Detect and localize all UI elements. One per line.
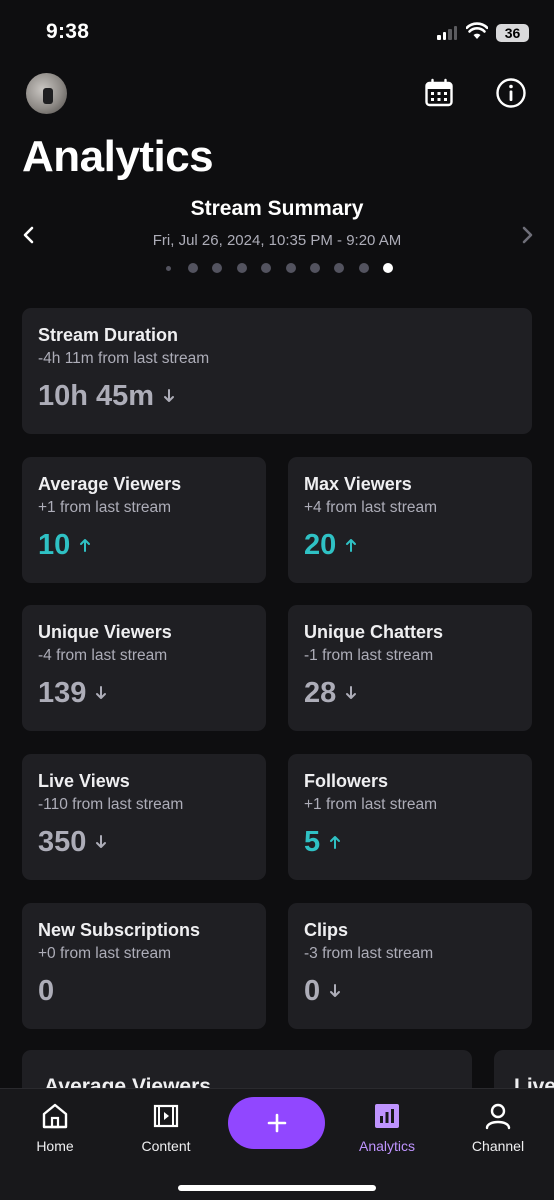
video-content-icon — [153, 1104, 179, 1128]
chevron-right-icon[interactable] — [516, 222, 538, 248]
page-dot[interactable] — [212, 263, 223, 273]
page-indicator[interactable] — [164, 263, 408, 273]
arrow-up-icon — [80, 539, 91, 552]
card-change: -110 from last stream — [38, 796, 184, 813]
wifi-icon — [466, 22, 488, 39]
arrow-down-icon — [96, 686, 107, 699]
nav-home[interactable]: Home — [10, 1101, 100, 1154]
followers-card: Followers +1 from last stream 5 — [288, 754, 532, 880]
card-value: 0 — [38, 974, 55, 1007]
analytics-icon — [375, 1104, 399, 1128]
arrow-down-icon — [330, 984, 341, 997]
page-dot[interactable] — [166, 265, 171, 271]
card-change: -4h 11m from last stream — [38, 350, 210, 367]
home-indicator — [178, 1185, 376, 1191]
page-dot[interactable] — [188, 263, 198, 273]
unique-viewers-card: Unique Viewers -4 from last stream 139 — [22, 605, 266, 731]
battery-icon: 36 — [496, 24, 529, 42]
nav-label: Channel — [471, 1138, 525, 1154]
card-title: Clips — [304, 920, 349, 940]
status-bar: 9:38 36 — [0, 0, 554, 66]
page-dot[interactable] — [309, 263, 320, 273]
page-dot[interactable] — [334, 263, 345, 273]
card-title: Live Views — [38, 771, 130, 791]
card-change: +1 from last stream — [38, 499, 172, 516]
card-value: 0 — [304, 974, 321, 1007]
card-title: Average Viewers — [38, 474, 182, 494]
card-value: 28 — [304, 676, 337, 709]
nav-channel[interactable]: Channel — [453, 1101, 543, 1154]
card-title: Max Viewers — [304, 474, 412, 494]
arrow-down-icon — [96, 835, 107, 848]
unique-chatters-card: Unique Chatters -1 from last stream 28 — [288, 605, 532, 731]
nav-label: Content — [141, 1138, 191, 1154]
bottom-nav: Home Content Analytics Channel — [0, 1088, 554, 1200]
card-title: Unique Viewers — [38, 622, 172, 642]
card-change: +4 from last stream — [304, 499, 438, 516]
page-dot[interactable] — [261, 263, 272, 273]
card-value: 10h 45m — [38, 379, 155, 412]
arrow-up-icon — [346, 539, 357, 552]
page-dot[interactable] — [236, 263, 247, 273]
clips-card: Clips -3 from last stream 0 — [288, 903, 532, 1029]
avatar[interactable] — [26, 73, 67, 114]
new-subscriptions-card: New Subscriptions +0 from last stream 0 — [22, 903, 266, 1029]
nav-analytics[interactable]: Analytics — [342, 1101, 432, 1154]
arrow-up-icon — [330, 836, 341, 849]
live-views-card: Live Views -110 from last stream 350 — [22, 754, 266, 880]
page-dot-active[interactable] — [383, 263, 394, 273]
page-title: Analytics — [22, 132, 214, 181]
page-dot[interactable] — [358, 263, 369, 273]
card-value: 350 — [38, 825, 87, 858]
card-title: Followers — [304, 771, 389, 791]
card-change: +0 from last stream — [38, 945, 172, 962]
card-change: -3 from last stream — [304, 945, 434, 962]
calendar-icon[interactable] — [423, 77, 455, 109]
card-title: Stream Duration — [38, 325, 179, 345]
create-button[interactable] — [228, 1097, 325, 1149]
card-title: New Subscriptions — [38, 920, 201, 940]
arrow-down-icon — [164, 389, 175, 402]
card-value: 20 — [304, 528, 337, 561]
card-change: +1 from last stream — [304, 796, 438, 813]
summary-date-range: Fri, Jul 26, 2024, 10:35 PM - 9:20 AM — [152, 232, 402, 249]
page-dot[interactable] — [285, 263, 296, 273]
max-viewers-card: Max Viewers +4 from last stream 20 — [288, 457, 532, 583]
cellular-signal-icon — [437, 26, 457, 40]
card-value: 139 — [38, 676, 87, 709]
info-icon[interactable] — [495, 77, 527, 109]
card-value: 10 — [38, 528, 71, 561]
nav-label: Analytics — [358, 1138, 416, 1154]
stream-duration-card: Stream Duration -4h 11m from last stream… — [22, 308, 532, 434]
arrow-down-icon — [346, 686, 357, 699]
card-change: -4 from last stream — [38, 647, 168, 664]
plus-icon — [267, 1113, 286, 1133]
person-icon — [485, 1103, 511, 1130]
average-viewers-card: Average Viewers +1 from last stream 10 — [22, 457, 266, 583]
card-title: Unique Chatters — [304, 622, 444, 642]
status-time: 9:38 — [46, 20, 90, 43]
card-change: -1 from last stream — [304, 647, 434, 664]
nav-label: Home — [36, 1138, 74, 1154]
summary-title: Stream Summary — [190, 197, 364, 220]
card-value: 5 — [304, 825, 321, 858]
home-icon — [42, 1103, 68, 1129]
nav-content[interactable]: Content — [121, 1101, 211, 1154]
